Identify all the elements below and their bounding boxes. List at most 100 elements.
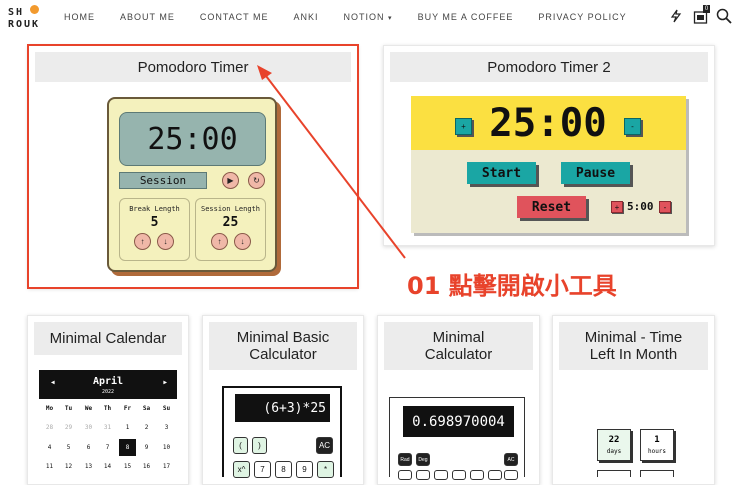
calendar-day[interactable]: 15 bbox=[118, 463, 137, 470]
card-title-line: Minimal Basic bbox=[236, 329, 330, 346]
timer-display: 25:00 bbox=[489, 101, 607, 146]
seconds-left-box bbox=[640, 470, 674, 477]
calculator-key[interactable] bbox=[416, 470, 430, 480]
calculator-widget: 0.698970004 Rad Deg AC bbox=[389, 397, 525, 480]
calendar-day[interactable]: 30 bbox=[79, 424, 98, 431]
basic-calculator-widget: (6+3)*25 ( ) AC x^ 7 8 9 * bbox=[222, 386, 342, 478]
lightning-icon[interactable] bbox=[668, 8, 684, 24]
calendar-day[interactable]: 6 bbox=[79, 444, 98, 451]
calendar-day[interactable]: 11 bbox=[40, 463, 59, 470]
card-title-line: Calculator bbox=[424, 346, 493, 363]
nav-notion-label: NOTION bbox=[343, 12, 385, 22]
calculator-key[interactable] bbox=[434, 470, 448, 480]
calendar-day[interactable]: 31 bbox=[98, 424, 117, 431]
increase-time-button[interactable]: + bbox=[455, 118, 472, 135]
site-logo[interactable]: SH ROUK bbox=[8, 4, 44, 32]
card-title-line: Minimal bbox=[432, 329, 485, 346]
calendar-day[interactable]: 13 bbox=[79, 463, 98, 470]
time-left-in-month-card[interactable]: Minimal - Time Left In Month bbox=[552, 315, 715, 485]
minutes-left-box bbox=[597, 470, 631, 477]
key-9[interactable]: 9 bbox=[296, 461, 313, 478]
calendar-day[interactable]: 2 bbox=[137, 424, 156, 431]
hours-left-box: 1 hours bbox=[640, 429, 674, 461]
highlight-box bbox=[27, 44, 359, 289]
calendar-day[interactable]: 10 bbox=[157, 444, 176, 451]
key-7[interactable]: 7 bbox=[254, 461, 271, 478]
calendar-month: April bbox=[92, 376, 124, 387]
break-decrease-button[interactable]: - bbox=[659, 201, 671, 213]
decrease-time-button[interactable]: - bbox=[624, 118, 641, 135]
nav-home[interactable]: HOME bbox=[64, 12, 95, 22]
calendar-day[interactable]: 29 bbox=[59, 424, 78, 431]
next-month-icon[interactable]: ▶ bbox=[163, 379, 167, 386]
nav-contact-me[interactable]: CONTACT ME bbox=[200, 12, 269, 22]
calculator-display: 0.698970004 bbox=[403, 406, 514, 437]
rad-key[interactable]: Rad bbox=[398, 453, 412, 466]
calculator-key[interactable] bbox=[504, 470, 518, 480]
calculator-key[interactable] bbox=[470, 470, 484, 480]
reset-button[interactable]: Reset bbox=[517, 196, 586, 218]
close-paren-key[interactable]: ) bbox=[252, 437, 267, 454]
card-title: Pomodoro Timer 2 bbox=[390, 52, 708, 82]
calendar-year: 2022 bbox=[101, 389, 115, 395]
cart-icon[interactable]: 0 bbox=[692, 5, 710, 24]
deg-key[interactable]: Deg bbox=[416, 453, 430, 466]
chevron-down-icon: ▾ bbox=[388, 15, 393, 22]
card-title: Minimal Calculator bbox=[384, 322, 533, 370]
nav-about-me[interactable]: ABOUT ME bbox=[120, 12, 175, 22]
calendar-grid: Mo Tu We Th Fr Sa Su 28 29 30 31 1 2 3 4… bbox=[39, 399, 177, 477]
calendar-day[interactable]: 16 bbox=[137, 463, 156, 470]
calendar-day[interactable]: 17 bbox=[157, 463, 176, 470]
nav-anki[interactable]: ANKI bbox=[294, 12, 319, 22]
key-8[interactable]: 8 bbox=[275, 461, 292, 478]
break-length-value: 5:00 bbox=[627, 200, 654, 213]
nav-privacy-policy[interactable]: PRIVACY POLICY bbox=[538, 12, 626, 22]
open-paren-key[interactable]: ( bbox=[233, 437, 248, 454]
nav-notion[interactable]: NOTION ▾ bbox=[344, 12, 393, 22]
calendar-day-today[interactable]: 8 bbox=[119, 439, 136, 456]
weekday-label: Tu bbox=[64, 405, 73, 412]
sun-icon bbox=[30, 5, 39, 14]
hours-left-value: 1 bbox=[654, 435, 660, 445]
pause-button[interactable]: Pause bbox=[561, 162, 630, 184]
weekday-label: Mo bbox=[45, 405, 54, 412]
power-key[interactable]: x^ bbox=[233, 461, 250, 478]
calculator-key[interactable] bbox=[488, 470, 502, 480]
start-button[interactable]: Start bbox=[467, 162, 536, 184]
calculator-key[interactable] bbox=[398, 470, 412, 480]
calendar-widget: ◀ April 2022 ▶ Mo Tu We Th Fr Sa Su 28 2… bbox=[39, 370, 177, 477]
card-title-line: Minimal - Time bbox=[584, 329, 683, 346]
calendar-day[interactable]: 1 bbox=[118, 424, 137, 431]
days-left-label: days bbox=[606, 448, 622, 455]
calculator-key[interactable] bbox=[452, 470, 466, 480]
card-title: Minimal Calendar bbox=[34, 322, 182, 355]
search-icon[interactable] bbox=[716, 8, 732, 24]
top-navigation: SH ROUK HOME ABOUT ME CONTACT ME ANKI NO… bbox=[0, 0, 740, 34]
calendar-day[interactable]: 12 bbox=[59, 463, 78, 470]
calculator-display: (6+3)*25 bbox=[235, 394, 330, 422]
card-title-line: Calculator bbox=[249, 346, 317, 363]
cart-badge: 0 bbox=[703, 5, 710, 13]
calendar-day[interactable]: 5 bbox=[59, 444, 78, 451]
days-left-value: 22 bbox=[608, 435, 620, 445]
calendar-day[interactable]: 14 bbox=[98, 463, 117, 470]
days-left-box: 22 days bbox=[597, 429, 631, 461]
break-increase-button[interactable]: + bbox=[611, 201, 623, 213]
clear-key[interactable]: AC bbox=[316, 437, 333, 454]
card-title-line: Left In Month bbox=[589, 346, 678, 363]
card-title: Minimal - Time Left In Month bbox=[559, 322, 708, 370]
weekday-label: Su bbox=[162, 405, 171, 412]
annotation-text: 01 點擊開啟小工具 bbox=[407, 272, 617, 300]
weekday-label: Fr bbox=[123, 405, 132, 412]
multiply-key[interactable]: * bbox=[317, 461, 334, 478]
calendar-day[interactable]: 9 bbox=[137, 444, 156, 451]
nav-buy-me-a-coffee[interactable]: BUY ME A COFFEE bbox=[418, 12, 514, 22]
card-title: Minimal Basic Calculator bbox=[209, 322, 357, 370]
calendar-day[interactable]: 28 bbox=[40, 424, 59, 431]
weekday-label: Th bbox=[103, 405, 112, 412]
calendar-day[interactable]: 3 bbox=[157, 424, 176, 431]
pomodoro-2-widget: + 25:00 - Start Pause Reset + 5:00 - bbox=[411, 96, 686, 233]
calendar-day[interactable]: 4 bbox=[40, 444, 59, 451]
clear-key[interactable]: AC bbox=[504, 453, 518, 466]
calendar-day[interactable]: 7 bbox=[98, 444, 117, 451]
